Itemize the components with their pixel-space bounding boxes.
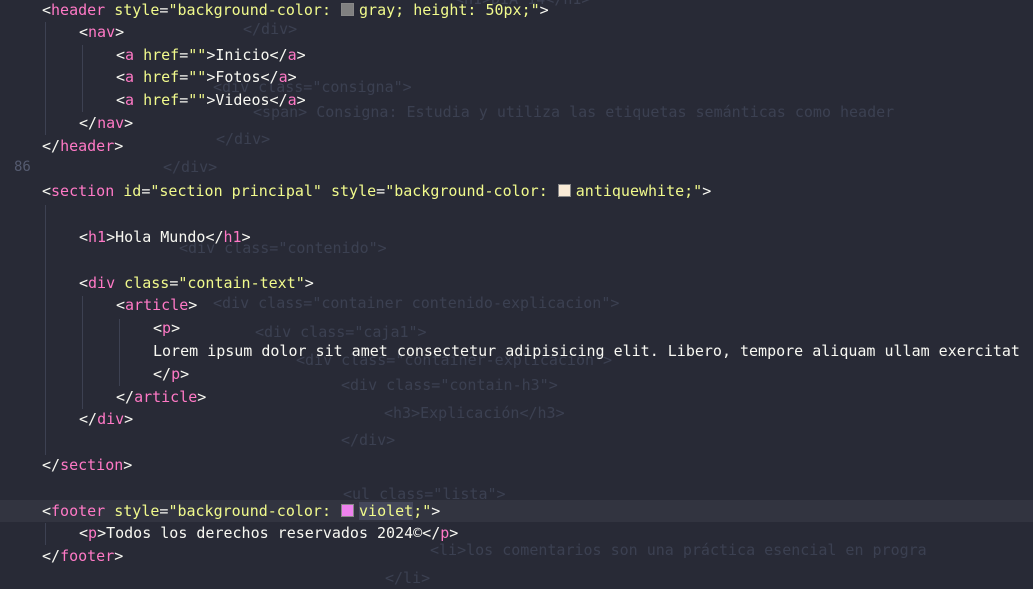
code-editor[interactable]: 86 <header style="background-color: gray… [0,0,1033,580]
code-line: <p>Todos los derechos reservados 2024©</… [0,522,1033,544]
code-line: <section id="section principal" style="b… [0,180,1033,202]
code-line-text: <footer style="background-color: violet;… [42,502,441,520]
code-line-text: </header> [42,137,124,155]
code-line-text: </p> [153,365,190,383]
code-line-current: <footer style="background-color: violet;… [0,500,1033,522]
code-line-text: <p>Todos los derechos reservados 2024©</… [79,524,459,542]
code-line: </div> [0,408,1033,430]
code-line-text: </div> [79,410,134,428]
code-line-text: <a href="">Fotos</a> [116,68,297,86]
code-line: </p> [0,363,1033,385]
code-line-text: Lorem ipsum dolor sit amet consectetur a… [153,342,1020,360]
code-line: <a href="">Videos</a> [0,89,1033,111]
code-line-text: </nav> [79,114,134,132]
code-line: </nav> [0,112,1033,134]
code-line: <p> [0,317,1033,339]
code-line: <a href="">Fotos</a> [0,66,1033,88]
code-line-text: </footer> [42,547,124,565]
code-line: </header> [0,135,1033,157]
code-line-text: <div class="contain-text"> [79,274,314,292]
line-number: 86 [14,159,31,175]
code-line-text: <h1>Hola Mundo</h1> [79,228,251,246]
code-line: <header style="background-color: gray; h… [0,0,1033,21]
code-line-text: </article> [116,388,207,406]
code-line-text: <p> [153,319,181,337]
code-line: </footer> [0,545,1033,567]
code-line: <h1>Hola Mundo</h1> [0,226,1033,248]
code-line: <div class="contain-text"> [0,272,1033,294]
code-line: </section> [0,454,1033,476]
code-line: </article> [0,386,1033,408]
code-line-text: <nav> [79,23,125,41]
code-line-text: <article> [116,296,198,314]
code-line-text: <section id="section principal" style="b… [42,182,712,200]
code-line: <a href="">Inicio</a> [0,44,1033,66]
code-line-text: <header style="background-color: gray; h… [42,1,549,19]
code-line: Lorem ipsum dolor sit amet consectetur a… [0,340,1033,362]
code-line-text: <a href="">Videos</a> [116,91,306,109]
code-line-text: <a href="">Inicio</a> [116,46,306,64]
code-line: <nav> [0,21,1033,43]
code-line: <article> [0,294,1033,316]
code-line-text: </section> [42,456,133,474]
